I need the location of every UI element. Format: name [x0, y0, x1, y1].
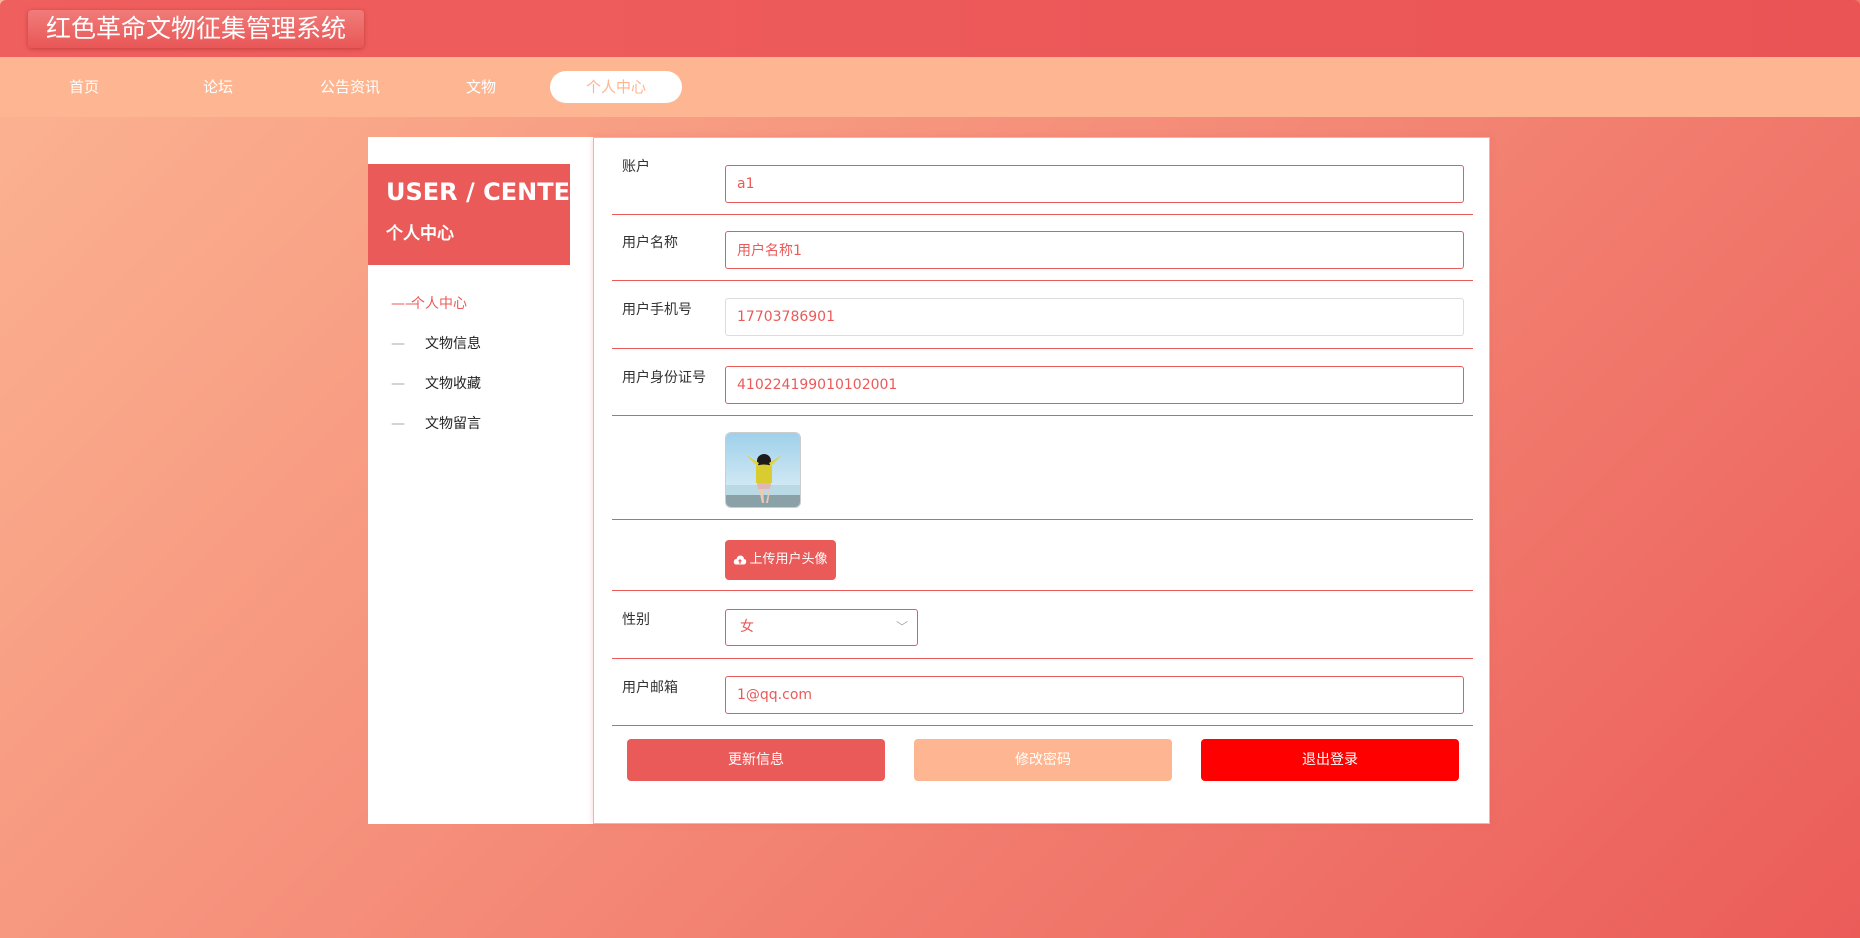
account-input[interactable]	[725, 165, 1464, 203]
sidebar-title-cn: 个人中心	[386, 224, 454, 244]
sidebar-item-label: 文物信息	[425, 336, 481, 352]
change-password-button[interactable]: 修改密码	[914, 739, 1172, 781]
form-row-upload: 上传用户头像	[612, 520, 1473, 591]
id-number-label: 用户身份证号	[622, 370, 706, 386]
logout-button[interactable]: 退出登录	[1201, 739, 1459, 781]
nav-item-announcements[interactable]: 公告资讯	[284, 71, 416, 103]
nav-item-home[interactable]: 首页	[18, 71, 150, 103]
sidebar-header: USER / CENTER 个人中心	[368, 164, 588, 265]
dash-icon: —	[391, 336, 405, 352]
user-avatar	[725, 432, 801, 508]
main-nav: 首页 论坛 公告资讯 文物 个人中心	[0, 57, 1860, 117]
id-number-input[interactable]	[725, 366, 1464, 404]
form-row-phone: 用户手机号	[612, 281, 1473, 349]
gender-value: 女	[740, 619, 754, 635]
chevron-down-icon: ﹀	[895, 620, 908, 634]
phone-label: 用户手机号	[622, 302, 692, 318]
form-row-gender: 性别 女 ﹀	[612, 591, 1473, 659]
form-row-account: 账户	[612, 138, 1473, 215]
gender-label: 性别	[622, 612, 650, 628]
username-label: 用户名称	[622, 235, 678, 251]
sidebar-title-en: USER / CENTER	[386, 178, 589, 206]
sidebar-item-relic-favorites[interactable]: — 文物收藏	[368, 370, 593, 398]
email-input[interactable]	[725, 676, 1464, 714]
sidebar-item-relic-info[interactable]: — 文物信息	[368, 330, 593, 358]
cloud-upload-icon	[734, 555, 747, 565]
form-row-id-number: 用户身份证号	[612, 349, 1473, 416]
update-info-button[interactable]: 更新信息	[627, 739, 885, 781]
sidebar-item-relic-messages[interactable]: — 文物留言	[368, 410, 593, 438]
sidebar-item-label: 个人中心	[411, 296, 467, 312]
dash-icon: —	[391, 376, 405, 392]
form-row-email: 用户邮箱	[612, 659, 1473, 726]
email-label: 用户邮箱	[622, 680, 678, 696]
sidebar-item-label: 文物留言	[425, 416, 481, 432]
upload-avatar-button[interactable]: 上传用户头像	[725, 540, 836, 580]
form-row-avatar	[612, 416, 1473, 520]
form-row-username: 用户名称	[612, 214, 1473, 281]
sidebar-item-label: 文物收藏	[425, 376, 481, 392]
top-bar: 红色革命文物征集管理系统	[0, 0, 1860, 57]
profile-form: 账户 用户名称 用户手机号 用户身份证号	[593, 137, 1490, 824]
app-title: 红色革命文物征集管理系统	[28, 10, 365, 48]
nav-item-relics[interactable]: 文物	[415, 71, 547, 103]
nav-item-user-center[interactable]: 个人中心	[550, 71, 682, 103]
gender-select[interactable]: 女 ﹀	[725, 609, 918, 646]
phone-input[interactable]	[725, 298, 1464, 336]
upload-avatar-label: 上传用户头像	[749, 552, 828, 567]
sidebar-item-user-center[interactable]: —— 个人中心	[368, 290, 593, 318]
nav-item-forum[interactable]: 论坛	[152, 71, 284, 103]
username-input[interactable]	[725, 231, 1464, 269]
account-label: 账户	[622, 159, 650, 175]
dash-icon: —	[391, 416, 405, 432]
sidebar: USER / CENTER 个人中心 —— 个人中心 — 文物信息 — 文物收藏…	[368, 137, 593, 824]
